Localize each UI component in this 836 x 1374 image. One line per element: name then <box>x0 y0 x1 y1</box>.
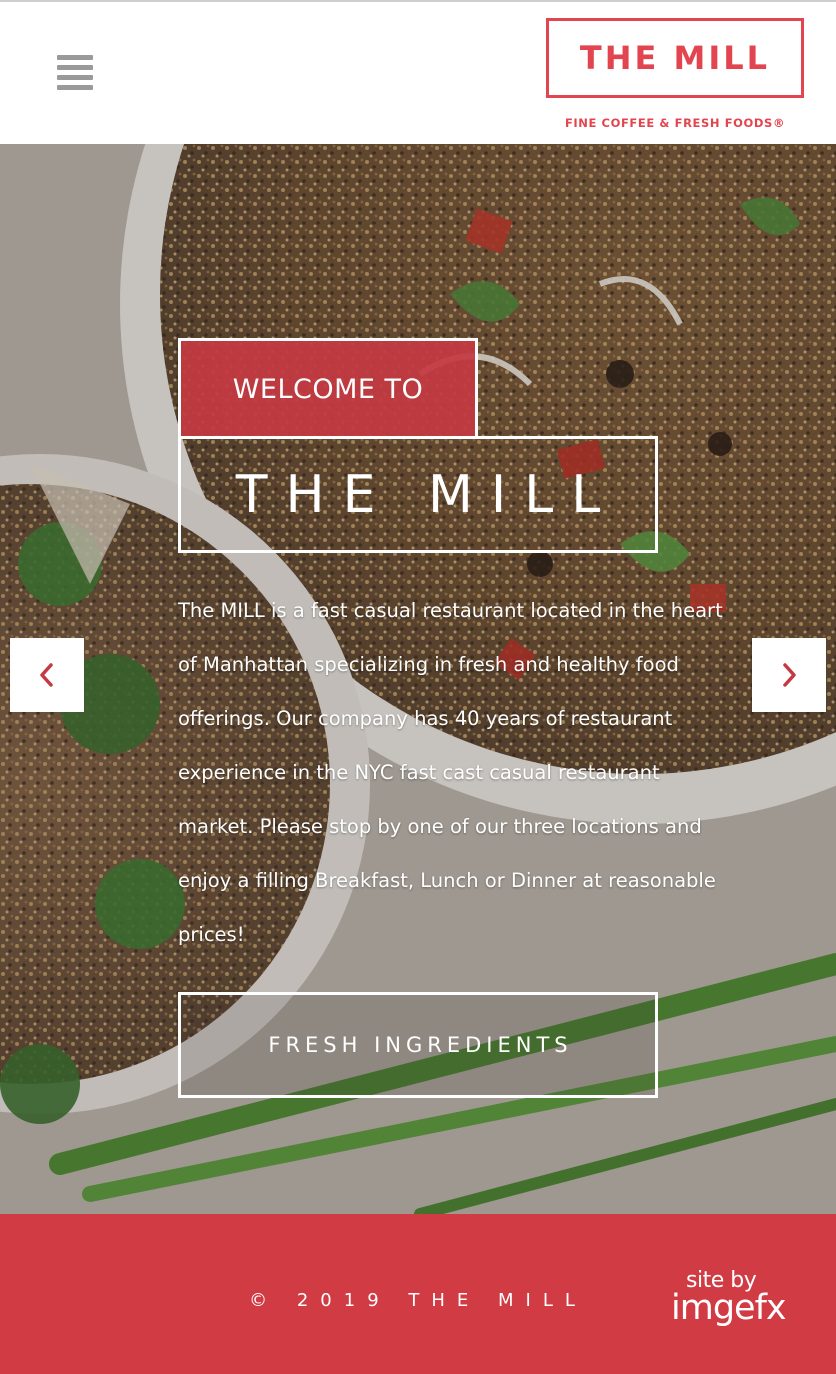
site-footer: © 2019 THE MILL site by imgefx <box>0 1214 836 1374</box>
next-slide-button[interactable] <box>752 638 826 712</box>
hero-title-box: THE MILL <box>178 436 658 553</box>
welcome-badge: WELCOME TO <box>178 338 478 438</box>
chevron-left-icon <box>40 663 53 687</box>
site-logo[interactable]: THE MILL FINE COFFEE & FRESH FOODS® <box>546 18 804 132</box>
chevron-right-icon <box>783 663 796 687</box>
logo-title: THE MILL <box>579 39 771 77</box>
site-header: THE MILL FINE COFFEE & FRESH FOODS® <box>0 2 836 144</box>
fresh-ingredients-button[interactable]: FRESH INGREDIENTS <box>178 992 658 1098</box>
hero-description: The MILL is a fast casual restaurant loc… <box>178 599 723 946</box>
logo-tagline: FINE COFFEE & FRESH FOODS® <box>564 116 786 130</box>
hamburger-menu-icon[interactable] <box>57 55 93 93</box>
welcome-text: WELCOME TO <box>232 374 424 405</box>
prev-slide-button[interactable] <box>10 638 84 712</box>
site-by-imgefx-link[interactable]: site by imgefx <box>668 1266 808 1336</box>
cta-label: FRESH INGREDIENTS <box>268 1033 573 1057</box>
hero-slider: WELCOME TO THE MILL The MILL is a fast c… <box>0 144 836 1214</box>
credit-line-2: imgefx <box>671 1288 787 1328</box>
logo-box: THE MILL <box>546 18 804 98</box>
hero-title: THE MILL <box>235 464 619 525</box>
